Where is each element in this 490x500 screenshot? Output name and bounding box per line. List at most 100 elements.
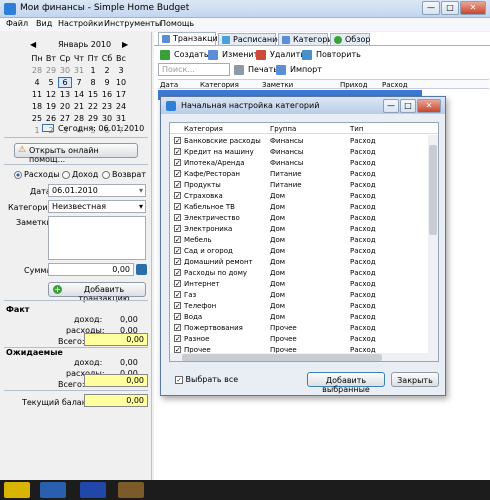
menu-view[interactable]: Вид	[36, 19, 52, 28]
minimize-button[interactable]: —	[422, 1, 440, 15]
checkbox-checked-icon[interactable]: ✓	[174, 203, 181, 211]
select-all-checkbox[interactable]: ✓ Выбрать все	[175, 375, 238, 384]
calendar-day[interactable]: 13	[58, 90, 72, 99]
column-group[interactable]: Группа	[270, 125, 296, 133]
calendar-day[interactable]: 4	[30, 78, 44, 87]
column-income[interactable]: Приход	[340, 81, 368, 89]
taskbar-home-icon[interactable]	[118, 482, 144, 498]
calendar-day-selected[interactable]: 6	[58, 76, 72, 88]
category-row[interactable]: ✓ Кредит на машину Финансы Расход	[170, 147, 428, 157]
dialog-minimize-button[interactable]: —	[383, 99, 399, 113]
calendar-day[interactable]: 21	[72, 102, 86, 111]
today-link[interactable]: Сегодня: 06.01.2010	[58, 124, 144, 133]
search-input[interactable]: Поиск...	[158, 63, 230, 76]
online-help-button[interactable]: ⚠ Открыть онлайн помощ...	[14, 143, 138, 164]
radio-expense[interactable]: Расходы	[14, 170, 60, 179]
menu-tools[interactable]: Инструменты	[104, 19, 161, 28]
calendar-day[interactable]: 18	[30, 102, 44, 111]
calendar-day[interactable]: 9	[100, 78, 114, 87]
category-row[interactable]: ✓ Электричество Дом Расход	[170, 213, 428, 223]
checkbox-checked-icon[interactable]: ✓	[174, 137, 181, 145]
date-field[interactable]: 06.01.2010 ▾	[48, 184, 146, 197]
print-button[interactable]: Печать	[234, 65, 278, 75]
category-row[interactable]: ✓ Кафе/Ресторан Питание Расход	[170, 169, 428, 179]
calendar-day[interactable]: 7	[72, 78, 86, 87]
close-button[interactable]: ✕	[460, 1, 486, 15]
column-notes[interactable]: Заметки	[262, 81, 293, 89]
import-button[interactable]: Импорт	[276, 65, 322, 75]
checkbox-checked-icon[interactable]: ✓	[174, 269, 181, 277]
category-row[interactable]: ✓ Продукты Питание Расход	[170, 180, 428, 190]
checkbox-checked-icon[interactable]: ✓	[174, 258, 181, 266]
calendar-day[interactable]: 27	[58, 114, 72, 123]
category-row[interactable]: ✓ Мебель Дом Расход	[170, 235, 428, 245]
notes-field[interactable]	[48, 216, 146, 260]
checkbox-checked-icon[interactable]: ✓	[174, 291, 181, 299]
category-row[interactable]: ✓ Сад и огород Дом Расход	[170, 246, 428, 256]
calendar-day[interactable]: 16	[100, 90, 114, 99]
calendar-day[interactable]: 29	[44, 66, 58, 75]
calendar-day[interactable]: 31	[72, 66, 86, 75]
category-row[interactable]: ✓ Банковские расходы Финансы Расход	[170, 136, 428, 146]
scroll-thumb[interactable]	[429, 145, 437, 235]
checkbox-checked-icon[interactable]: ✓	[174, 214, 181, 222]
add-selected-button[interactable]: Добавить выбранные	[307, 372, 385, 394]
checkbox-checked-icon[interactable]: ✓	[174, 280, 181, 288]
checkbox-checked-icon[interactable]: ✓	[174, 192, 181, 200]
calendar-day[interactable]: 17	[114, 90, 128, 99]
calendar-day[interactable]: 28	[30, 66, 44, 75]
checkbox-checked-icon[interactable]: ✓	[174, 159, 181, 167]
category-row[interactable]: ✓ Электроника Дом Расход	[170, 224, 428, 234]
checkbox-checked-icon[interactable]: ✓	[174, 181, 181, 189]
calendar-day[interactable]: 26	[44, 114, 58, 123]
checkbox-checked-icon[interactable]: ✓	[174, 335, 181, 343]
calendar-day[interactable]: 5	[44, 78, 58, 87]
calendar-day[interactable]: 25	[30, 114, 44, 123]
checkbox-checked-icon[interactable]: ✓	[174, 236, 181, 244]
calendar-day[interactable]: 11	[30, 90, 44, 99]
checkbox-checked-icon[interactable]: ✓	[174, 247, 181, 255]
checkbox-checked-icon[interactable]: ✓	[174, 346, 181, 354]
repeat-button[interactable]: Повторить	[302, 50, 361, 60]
dialog-maximize-button[interactable]: □	[400, 99, 416, 113]
category-row[interactable]: ✓ Домашний ремонт Дом Расход	[170, 257, 428, 267]
column-expense[interactable]: Расход	[382, 81, 408, 89]
calculator-icon[interactable]	[136, 264, 147, 275]
calendar-dropdown-icon[interactable]: ▾	[139, 186, 143, 195]
close-dialog-button[interactable]: Закрыть	[391, 372, 439, 387]
vertical-scrollbar[interactable]	[428, 135, 438, 353]
edit-button[interactable]: Изменить	[208, 50, 263, 60]
category-row[interactable]: ✓ Телефон Дом Расход	[170, 301, 428, 311]
calendar-day[interactable]: 12	[44, 90, 58, 99]
calendar-day[interactable]: 29	[86, 114, 100, 123]
category-row[interactable]: ✓ Расходы по дому Дом Расход	[170, 268, 428, 278]
prev-month-icon[interactable]: ◀	[30, 40, 44, 49]
taskbar-app-icon[interactable]	[80, 482, 106, 498]
category-row[interactable]: ✓ Пожертвования Прочее Расход	[170, 323, 428, 333]
calendar-day[interactable]: 2	[100, 66, 114, 75]
calendar-day[interactable]: 20	[58, 102, 72, 111]
column-type[interactable]: Тип	[350, 125, 363, 133]
calendar-day[interactable]: 30	[58, 66, 72, 75]
category-row[interactable]: ✓ Страховка Дом Расход	[170, 191, 428, 201]
radio-return[interactable]: Возврат	[102, 170, 146, 179]
start-icon[interactable]	[4, 482, 30, 498]
tab-categories[interactable]: Категории	[278, 33, 338, 45]
calendar-day[interactable]: 22	[86, 102, 100, 111]
calendar-day[interactable]: 15	[86, 90, 100, 99]
menu-settings[interactable]: Настройки	[58, 19, 103, 28]
tab-transactions[interactable]: Транзакции	[158, 32, 223, 45]
calendar-day[interactable]: 28	[72, 114, 86, 123]
calendar-day[interactable]: 1	[86, 66, 100, 75]
create-button[interactable]: Создать	[160, 50, 209, 60]
delete-button[interactable]: Удалить	[256, 50, 305, 60]
checkbox-checked-icon[interactable]: ✓	[174, 225, 181, 233]
next-month-icon[interactable]: ▶	[122, 40, 136, 49]
calendar-day[interactable]: 24	[114, 102, 128, 111]
tab-schedule[interactable]: Расписание	[218, 33, 282, 45]
taskbar-app-icon[interactable]	[40, 482, 66, 498]
radio-income[interactable]: Доход	[62, 170, 98, 179]
maximize-button[interactable]: □	[441, 1, 459, 15]
category-row[interactable]: ✓ Разное Прочее Расход	[170, 334, 428, 344]
add-transaction-button[interactable]: + Добавить транзакцию	[48, 282, 146, 303]
